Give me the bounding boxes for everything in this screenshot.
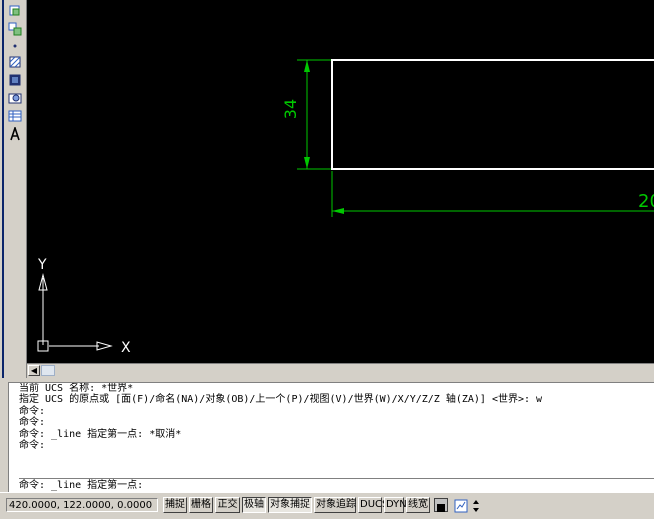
annotation-scale-button[interactable] xyxy=(454,498,468,513)
point-icon xyxy=(13,44,17,48)
drawing-canvas[interactable]: 34 20 Y X xyxy=(27,0,654,363)
toolbar-edge xyxy=(2,0,4,378)
text-a-icon xyxy=(10,127,20,141)
command-history-line: 命令: xyxy=(19,417,46,429)
command-history-line: 指定 UCS 的原点或 [面(F)/命名(NA)/对象(OB)/上一个(P)/视… xyxy=(19,394,543,406)
model-icon xyxy=(437,504,445,512)
otrack-toggle[interactable]: 对象追踪 xyxy=(314,497,356,513)
status-menu-button[interactable] xyxy=(471,498,481,512)
ucs-x-label: X xyxy=(121,340,131,356)
command-history-line: 命令: xyxy=(19,440,46,452)
hatch-icon xyxy=(9,56,21,68)
ucs-y-label: Y xyxy=(37,257,47,273)
command-history: 当前 UCS 名称: *世界* 指定 UCS 的原点或 [面(F)/命名(NA)… xyxy=(19,383,654,473)
gradient-icon xyxy=(9,74,21,86)
hatch-button[interactable] xyxy=(7,54,23,70)
draw-toolbar xyxy=(0,0,27,378)
command-history-line: 命令: _line 指定第一点: *取消* xyxy=(19,428,182,440)
drawing-area[interactable]: 34 20 Y X xyxy=(27,0,654,363)
make-block-icon xyxy=(8,22,22,36)
command-history-line: 当前 UCS 名称: *世界* xyxy=(19,383,134,394)
ucs-icon: Y X xyxy=(37,257,131,356)
command-input-line[interactable]: 命令: _line 指定第一点: xyxy=(19,478,654,493)
region-icon xyxy=(8,93,22,104)
annotation-icon xyxy=(454,499,468,513)
snap-toggle[interactable]: 捕捉 xyxy=(163,497,187,513)
model-space-button[interactable] xyxy=(434,498,448,512)
point-button[interactable] xyxy=(7,38,23,54)
lineweight-toggle[interactable]: 线宽 xyxy=(406,497,430,513)
table-button[interactable] xyxy=(7,108,23,124)
insert-block-button[interactable] xyxy=(7,3,23,19)
make-block-button[interactable] xyxy=(7,21,23,37)
horizontal-dimension-text: 20 xyxy=(638,191,654,212)
ducs-toggle[interactable]: DUCS xyxy=(358,497,388,513)
arrow-left-icon: ◀ xyxy=(30,366,38,375)
coordinate-display[interactable]: 420.0000, 122.0000, 0.0000 xyxy=(6,498,158,512)
vertical-dimension-text: 34 xyxy=(281,99,300,119)
command-window-frame: 当前 UCS 名称: *世界* 指定 UCS 的原点或 [面(F)/命名(NA)… xyxy=(8,382,654,493)
command-window: 当前 UCS 名称: *世界* 指定 UCS 的原点或 [面(F)/命名(NA)… xyxy=(0,378,654,493)
region-button[interactable] xyxy=(7,90,23,106)
horizontal-dimension[interactable]: 20 xyxy=(331,171,654,217)
dyn-toggle[interactable]: DYN xyxy=(384,497,407,513)
osnap-toggle[interactable]: 对象捕捉 xyxy=(268,497,312,513)
gradient-button[interactable] xyxy=(7,72,23,88)
status-bar: 420.0000, 122.0000, 0.0000 捕捉 栅格 正交 极轴 对… xyxy=(0,492,654,519)
command-history-line: 命令: xyxy=(19,405,46,417)
vertical-dimension[interactable]: 34 xyxy=(281,59,331,170)
scroll-left-button[interactable]: ◀ xyxy=(28,365,40,376)
insert-block-icon xyxy=(9,5,20,16)
multiline-text-button[interactable] xyxy=(7,126,23,142)
grid-toggle[interactable]: 栅格 xyxy=(189,497,213,513)
polar-toggle[interactable]: 极轴 xyxy=(242,497,266,513)
table-icon xyxy=(8,110,22,122)
autocad-window: 34 20 Y X ◀ xyxy=(0,0,654,519)
scrollbar-thumb[interactable] xyxy=(41,365,55,376)
command-prompt-text: 命令: _line 指定第一点: xyxy=(19,480,144,491)
up-down-arrow-icon xyxy=(473,500,479,512)
horizontal-scrollbar[interactable]: ◀ xyxy=(27,363,654,378)
ortho-toggle[interactable]: 正交 xyxy=(215,497,240,513)
rectangle-object[interactable] xyxy=(331,59,654,170)
